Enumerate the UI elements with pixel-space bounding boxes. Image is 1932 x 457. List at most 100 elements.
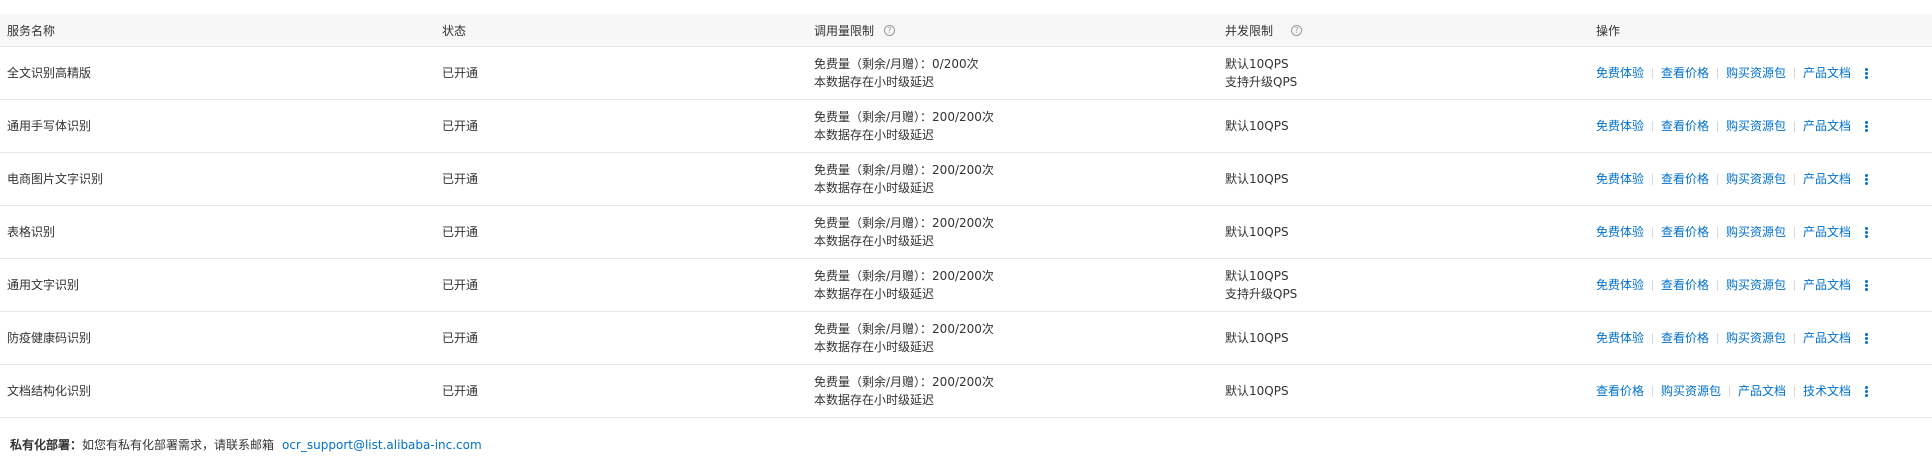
concurrency-cell: 默认10QPS 支持升级QPS [1225, 46, 1596, 100]
action-link[interactable]: 查看价格 [1661, 329, 1709, 347]
table-row: 通用文字识别 已开通 免费量（剩余/月赠）：200/200次 本数据存在小时级延迟 默认… [0, 258, 1932, 312]
status-text: 已开通 [442, 225, 479, 239]
concurrency-help-icon[interactable]: ? [1291, 24, 1303, 36]
action-link[interactable]: 查看价格 [1596, 382, 1644, 400]
concurrency-cell: 默认10QPS [1225, 311, 1596, 365]
table-header-row: 服务名称 状态 调用量限制? 并发限制? 操作 [0, 14, 1932, 47]
quota-cell: 免费量（剩余/月赠）：200/200次 本数据存在小时级延迟 [814, 99, 1225, 153]
more-options-icon[interactable] [1861, 173, 1872, 185]
quota-delay-note: 本数据存在小时级延迟 [814, 393, 935, 407]
action-link[interactable]: 查看价格 [1661, 170, 1709, 188]
action-separator [1717, 173, 1719, 185]
table-row: 全文识别高精版 已开通 免费量（剩余/月赠）：0/200次 本数据存在小时级延迟 默认1… [0, 46, 1932, 100]
action-link[interactable]: 免费体验 [1596, 223, 1644, 241]
action-links: 免费体验 查看价格 购买资源包 产品文档 [1596, 329, 1932, 347]
action-link[interactable]: 技术文档 [1803, 382, 1851, 400]
concurrency-cell: 默认10QPS [1225, 205, 1596, 259]
table-row: 防疫健康码识别 已开通 免费量（剩余/月赠）：200/200次 本数据存在小时级延迟默… [0, 311, 1932, 365]
actions-cell: 免费体验 查看价格 购买资源包 产品文档 [1596, 99, 1932, 153]
quota-free-amount: 免费量（剩余/月赠）：200/200次 [814, 375, 994, 389]
action-links: 免费体验 查看价格 购买资源包 产品文档 [1596, 117, 1932, 135]
header-label-name: 服务名称 [7, 23, 56, 38]
action-link[interactable]: 免费体验 [1596, 170, 1644, 188]
action-link[interactable]: 免费体验 [1596, 329, 1644, 347]
quota-cell: 免费量（剩余/月赠）：0/200次 本数据存在小时级延迟 [814, 46, 1225, 100]
action-link[interactable]: 产品文档 [1803, 64, 1851, 82]
header-label-concurrency: 并发限制 [1225, 23, 1274, 38]
concurrency-default: 默认10QPS [1225, 384, 1289, 398]
quota-free-amount: 免费量（剩余/月赠）：200/200次 [814, 110, 994, 124]
action-link[interactable]: 产品文档 [1803, 170, 1851, 188]
status-text: 已开通 [442, 119, 479, 133]
action-separator [1652, 226, 1654, 238]
more-options-icon[interactable] [1861, 67, 1872, 79]
action-link[interactable]: 产品文档 [1803, 276, 1851, 294]
action-link[interactable]: 购买资源包 [1726, 170, 1786, 188]
action-link[interactable]: 免费体验 [1596, 117, 1644, 135]
action-link[interactable]: 免费体验 [1596, 276, 1644, 294]
quota-delay-note: 本数据存在小时级延迟 [814, 181, 935, 195]
quota-cell: 免费量（剩余/月赠）：200/200次 本数据存在小时级延迟 [814, 364, 1225, 418]
action-separator [1717, 120, 1719, 132]
action-link[interactable]: 购买资源包 [1726, 276, 1786, 294]
header-cell-status: 状态 [442, 14, 814, 47]
table-row: 文档结构化识别 已开通 免费量（剩余/月赠）：200/200次 本数据存在小时级延迟默… [0, 364, 1932, 418]
quota-cell: 免费量（剩余/月赠）：200/200次 本数据存在小时级延迟 [814, 311, 1225, 365]
concurrency-cell: 默认10QPS [1225, 364, 1596, 418]
action-link[interactable]: 购买资源包 [1726, 223, 1786, 241]
more-options-icon[interactable] [1861, 332, 1872, 344]
action-separator [1717, 279, 1719, 291]
service-name: 防疫健康码识别 [7, 331, 92, 345]
action-link[interactable]: 查看价格 [1661, 64, 1709, 82]
more-options-icon[interactable] [1861, 279, 1872, 291]
concurrency-cell: 默认10QPS [1225, 99, 1596, 153]
status-cell: 已开通 [442, 364, 814, 418]
status-cell: 已开通 [442, 311, 814, 365]
more-options-icon[interactable] [1861, 385, 1872, 397]
status-cell: 已开通 [442, 46, 814, 100]
service-name-cell: 全文识别高精版 [0, 46, 442, 100]
action-links: 免费体验 查看价格 购买资源包 产品文档 [1596, 223, 1932, 241]
header-label-quota: 调用量限制 [814, 23, 875, 38]
action-link[interactable]: 购买资源包 [1726, 117, 1786, 135]
action-separator [1717, 226, 1719, 238]
action-link[interactable]: 产品文档 [1803, 329, 1851, 347]
header-cell-quota: 调用量限制? [814, 14, 1225, 47]
action-link[interactable]: 产品文档 [1738, 382, 1786, 400]
action-link[interactable]: 产品文档 [1803, 117, 1851, 135]
service-name: 电商图片文字识别 [7, 172, 104, 186]
status-text: 已开通 [442, 278, 479, 292]
action-separator [1794, 332, 1796, 344]
action-link[interactable]: 产品文档 [1803, 223, 1851, 241]
quota-help-icon[interactable]: ? [884, 24, 896, 36]
support-email-link[interactable]: ocr_support@list.alibaba-inc.com [282, 438, 482, 452]
action-links: 免费体验 查看价格 购买资源包 产品文档 [1596, 276, 1932, 294]
service-name-cell: 通用文字识别 [0, 258, 442, 312]
concurrency-upgrade: 支持升级QPS [1225, 287, 1298, 301]
quota-free-amount: 免费量（剩余/月赠）：200/200次 [814, 163, 994, 177]
actions-cell: 查看价格 购买资源包 产品文档 技术文档 [1596, 364, 1932, 418]
more-options-icon[interactable] [1861, 120, 1872, 132]
status-text: 已开通 [442, 384, 479, 398]
header-cell-actions: 操作 [1596, 14, 1932, 47]
more-options-icon[interactable] [1861, 226, 1872, 238]
service-name: 文档结构化识别 [7, 384, 92, 398]
action-separator [1652, 279, 1654, 291]
action-link[interactable]: 购买资源包 [1661, 382, 1721, 400]
action-link[interactable]: 查看价格 [1661, 223, 1709, 241]
action-separator [1652, 332, 1654, 344]
quota-delay-note: 本数据存在小时级延迟 [814, 287, 935, 301]
quota-delay-note: 本数据存在小时级延迟 [814, 234, 935, 248]
action-link[interactable]: 购买资源包 [1726, 329, 1786, 347]
private-deployment-label: 私有化部署： [10, 438, 83, 452]
action-link[interactable]: 查看价格 [1661, 276, 1709, 294]
action-link[interactable]: 免费体验 [1596, 64, 1644, 82]
table-body: 全文识别高精版 已开通 免费量（剩余/月赠）：0/200次 本数据存在小时级延迟 默认1… [0, 46, 1932, 418]
action-link[interactable]: 购买资源包 [1726, 64, 1786, 82]
action-separator [1794, 67, 1796, 79]
actions-cell: 免费体验 查看价格 购买资源包 产品文档 [1596, 205, 1932, 259]
header-cell-concurrency: 并发限制? [1225, 14, 1596, 47]
action-link[interactable]: 查看价格 [1661, 117, 1709, 135]
quota-delay-note: 本数据存在小时级延迟 [814, 128, 935, 142]
action-separator [1794, 173, 1796, 185]
